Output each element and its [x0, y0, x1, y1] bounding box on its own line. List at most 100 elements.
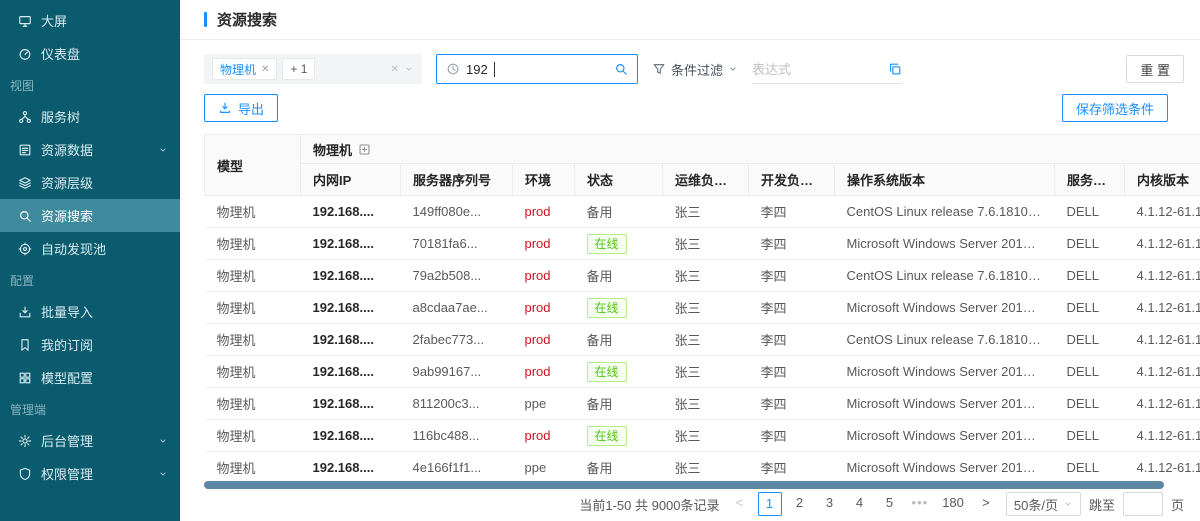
sidebar-item[interactable]: 仪表盘	[0, 37, 180, 70]
subscribe-icon	[18, 338, 32, 352]
monitor-icon	[18, 14, 32, 28]
database-icon	[18, 143, 32, 157]
page-header: 资源搜索	[180, 0, 1200, 40]
sidebar-item[interactable]: 权限管理	[0, 457, 180, 490]
next-page-button[interactable]: >	[974, 492, 998, 516]
scrollbar-thumb[interactable]	[204, 481, 1164, 489]
sidebar-item-label: 仪表盘	[41, 44, 80, 63]
page-number-3[interactable]: 3	[818, 492, 842, 516]
sidebar-item-label: 批量导入	[41, 302, 93, 321]
status-badge: 在线	[587, 234, 627, 254]
cell-os: CentOS Linux release 7.6.1810 (Core)	[835, 324, 1055, 356]
shield-icon	[18, 467, 32, 481]
sidebar-item[interactable]: 资源搜索	[0, 199, 180, 232]
export-button[interactable]: 导出	[204, 94, 278, 122]
cell-dev: 李四	[749, 260, 835, 292]
sidebar-item[interactable]: 我的订阅	[0, 328, 180, 361]
page-size-value: 50条/页	[1014, 495, 1058, 514]
clock-icon	[446, 62, 460, 76]
page-number-180[interactable]: 180	[938, 492, 968, 516]
save-filter-button[interactable]: 保存筛选条件	[1062, 94, 1168, 122]
cell-serial: 4e166f1f1...	[401, 452, 513, 480]
cell-ops: 张三	[663, 292, 749, 324]
cell-status: 备用	[575, 196, 663, 228]
cell-model: 物理机	[205, 452, 301, 480]
layers-icon	[18, 176, 32, 190]
table-expand-icon[interactable]	[358, 143, 371, 156]
sidebar-item-label: 模型配置	[41, 368, 93, 387]
cell-status: 备用	[575, 260, 663, 292]
page-number-1[interactable]: 1	[758, 492, 782, 516]
cell-env: prod	[513, 324, 575, 356]
sidebar-item[interactable]: 自动发现池	[0, 232, 180, 265]
sidebar-item[interactable]: 模型配置	[0, 361, 180, 394]
sidebar-item[interactable]: 资源数据	[0, 133, 180, 166]
sidebar-item[interactable]: 资源层级	[0, 166, 180, 199]
cell-status: 在线	[575, 292, 663, 324]
sidebar-item[interactable]: 后台管理	[0, 424, 180, 457]
cell-os: CentOS Linux release 7.6.1810 (Core)	[835, 196, 1055, 228]
search-icon[interactable]	[614, 62, 628, 76]
copy-icon[interactable]	[888, 62, 902, 76]
cell-ip: 192.168....	[301, 420, 401, 452]
action-row: 导出 保存筛选条件	[204, 94, 1200, 122]
sidebar-item-label: 资源搜索	[41, 206, 93, 225]
status-badge: 在线	[587, 362, 627, 382]
table-row[interactable]: 物理机192.168....149ff080e...prod备用张三李四Cent…	[205, 196, 1200, 228]
model-filter-select[interactable]: 物理机 ✕ + 1 ✕	[204, 54, 422, 84]
filter-tag[interactable]: 物理机 ✕	[212, 58, 277, 80]
sidebar-item[interactable]: 批量导入	[0, 295, 180, 328]
sidebar-item-label: 大屏	[41, 11, 67, 30]
page-size-select[interactable]: 50条/页	[1006, 492, 1081, 516]
search-input[interactable]: 192	[436, 54, 638, 84]
sidebar-item[interactable]: 服务树	[0, 100, 180, 133]
filter-tag-more[interactable]: + 1	[282, 58, 315, 80]
sidebar-section-label: 配置	[0, 265, 180, 295]
table-container: 模型物理机内网IP服务器序列号环境状态运维负责人开发负责人操作系统版本服务器厂家…	[204, 134, 1200, 479]
jump-label: 跳至	[1089, 495, 1115, 514]
column-header: 运维负责人	[663, 164, 749, 196]
table-group-header: 物理机	[301, 135, 1200, 164]
record-summary: 当前1-50 共 9000条记录	[579, 495, 719, 514]
chevron-down-icon[interactable]	[404, 64, 414, 74]
clear-icon[interactable]: ✕	[391, 64, 399, 75]
cell-serial: 811200c3...	[401, 388, 513, 420]
sidebar-item[interactable]: 大屏	[0, 4, 180, 37]
cell-kernel: 4.1.12-61.1.33.	[1125, 388, 1200, 420]
main-area: 资源搜索 物理机 ✕ + 1 ✕ 192	[180, 0, 1200, 521]
jump-page-input[interactable]	[1123, 492, 1163, 516]
cell-kernel: 4.1.12-61.1.33.	[1125, 260, 1200, 292]
table-row[interactable]: 物理机192.168....70181fa6...prod在线张三李四Micro…	[205, 228, 1200, 260]
table-row[interactable]: 物理机192.168....116bc488...prod在线张三李四Micro…	[205, 420, 1200, 452]
page-number-2[interactable]: 2	[788, 492, 812, 516]
cell-ip: 192.168....	[301, 228, 401, 260]
table-row[interactable]: 物理机192.168....811200c3...ppe备用张三李四Micros…	[205, 388, 1200, 420]
expression-placeholder: 表达式	[752, 59, 882, 78]
expression-input[interactable]: 表达式	[752, 54, 902, 84]
cell-env: ppe	[513, 388, 575, 420]
page-number-5[interactable]: 5	[878, 492, 902, 516]
close-icon[interactable]: ✕	[261, 64, 269, 75]
condition-filter-dropdown[interactable]: 条件过滤	[652, 60, 738, 79]
cell-vendor: DELL	[1055, 228, 1125, 260]
cell-env: prod	[513, 228, 575, 260]
sidebar-section-label: 管理端	[0, 394, 180, 424]
cell-env: prod	[513, 420, 575, 452]
gear-icon	[18, 434, 32, 448]
cell-env: prod	[513, 196, 575, 228]
table-row[interactable]: 物理机192.168....4e166f1f1...ppe备用张三李四Micro…	[205, 452, 1200, 480]
cell-kernel: 4.1.12-61.1.33.	[1125, 292, 1200, 324]
cell-ops: 张三	[663, 196, 749, 228]
reset-button[interactable]: 重 置	[1126, 55, 1184, 83]
page-number-4[interactable]: 4	[848, 492, 872, 516]
column-header: 内网IP	[301, 164, 401, 196]
cell-model: 物理机	[205, 228, 301, 260]
sidebar-item-label: 我的订阅	[41, 335, 93, 354]
prev-page-button[interactable]: <	[728, 492, 752, 516]
download-icon	[218, 101, 232, 115]
cell-serial: 149ff080e...	[401, 196, 513, 228]
table-row[interactable]: 物理机192.168....9ab99167...prod在线张三李四Micro…	[205, 356, 1200, 388]
table-row[interactable]: 物理机192.168....79a2b508...prod备用张三李四CentO…	[205, 260, 1200, 292]
table-row[interactable]: 物理机192.168....a8cdaa7ae...prod在线张三李四Micr…	[205, 292, 1200, 324]
table-row[interactable]: 物理机192.168....2fabec773...prod备用张三李四Cent…	[205, 324, 1200, 356]
